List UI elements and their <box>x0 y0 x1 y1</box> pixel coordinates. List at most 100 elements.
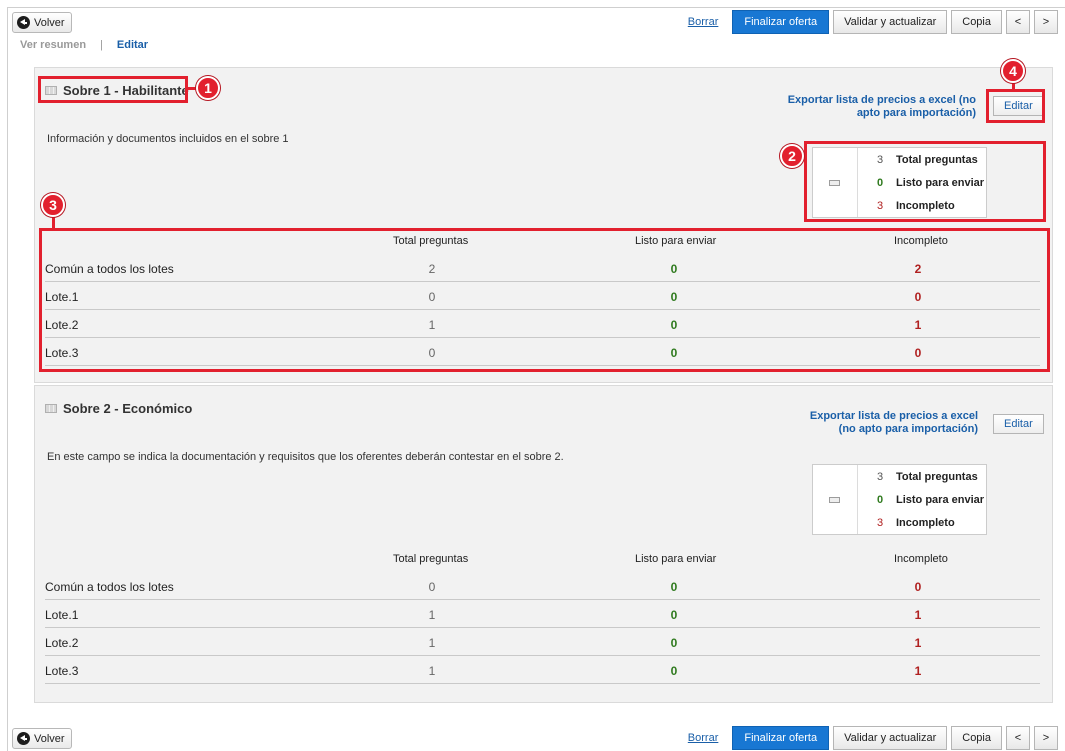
table-icon <box>45 404 57 413</box>
section-1-col-total: Total preguntas <box>393 235 469 247</box>
callout-badge-3: 3 <box>41 193 65 217</box>
row-total: 1 <box>428 608 436 622</box>
summary-incomplete-count: 3 <box>876 517 884 529</box>
arrow-left-circle-icon <box>17 732 30 745</box>
validate-update-button[interactable]: Validar y actualizar <box>833 726 948 750</box>
summary-row-incomplete: 3 Incompleto <box>871 200 955 212</box>
copy-button[interactable]: Copia <box>951 10 1002 34</box>
view-links-separator: | <box>100 39 103 51</box>
row-name: Lote.1 <box>45 608 79 622</box>
row-ready: 0 <box>670 346 678 360</box>
summary-row-total: 3 Total preguntas <box>871 471 978 483</box>
row-total: 1 <box>428 664 436 678</box>
copy-button[interactable]: Copia <box>951 726 1002 750</box>
summary-ready-count: 0 <box>876 177 884 189</box>
finalize-offer-button[interactable]: Finalizar oferta <box>732 726 830 750</box>
section-2-description: En este campo se indica la documentación… <box>47 451 564 463</box>
row-name: Lote.2 <box>45 318 79 332</box>
validate-update-button[interactable]: Validar y actualizar <box>833 10 948 34</box>
arrow-left-circle-icon <box>17 16 30 29</box>
row-incomplete: 0 <box>914 346 922 360</box>
row-name: Lote.3 <box>45 664 79 678</box>
section-2-title-text: Sobre 2 - Económico <box>63 401 193 416</box>
section-1-title: Sobre 1 - Habilitante <box>45 83 189 98</box>
row-total: 1 <box>428 318 436 332</box>
table-icon <box>45 86 57 95</box>
summary-icon-cell <box>813 148 858 217</box>
section-2-col-ready: Listo para enviar <box>635 553 717 565</box>
bottom-back-button[interactable]: Volver <box>12 728 72 749</box>
section-1-summary: 3 Total preguntas 0 Listo para enviar 3 Inc… <box>812 147 987 218</box>
section-2-export-line1: Exportar lista de precios a excel <box>809 410 978 422</box>
section-1-col-ready: Listo para enviar <box>635 235 717 247</box>
summary-total-label: Total preguntas <box>896 154 978 166</box>
row-ready: 0 <box>670 290 678 304</box>
row-ready: 0 <box>670 636 678 650</box>
table-row: Común a todos los lotes 0 0 0 <box>45 574 1040 600</box>
row-name: Común a todos los lotes <box>45 262 174 276</box>
section-1-export-line2: apto para importación) <box>856 107 976 119</box>
back-button-label: Volver <box>34 732 65 745</box>
next-button[interactable]: > <box>1034 10 1058 34</box>
section-2-col-total: Total preguntas <box>393 553 469 565</box>
row-incomplete: 1 <box>914 636 922 650</box>
row-incomplete: 0 <box>914 290 922 304</box>
prev-button[interactable]: < <box>1006 10 1030 34</box>
section-2-export-line2: (no apto para importación) <box>838 423 978 435</box>
row-ready: 0 <box>670 580 678 594</box>
view-mode-links: Ver resumen | Editar <box>20 39 148 51</box>
row-name: Lote.3 <box>45 346 79 360</box>
table-row: Lote.2 1 0 1 <box>45 630 1040 656</box>
callout-badge-2: 2 <box>780 144 804 168</box>
row-incomplete: 1 <box>914 318 922 332</box>
top-action-bar: Borrar Finalizar oferta Validar y actual… <box>688 10 1058 34</box>
table-row: Lote.2 1 0 1 <box>45 312 1040 338</box>
section-2-edit-button[interactable]: Editar <box>993 414 1044 434</box>
section-2-col-incomplete: Incompleto <box>894 553 948 565</box>
summary-ready-label: Listo para enviar <box>896 177 985 189</box>
section-2-title: Sobre 2 - Económico <box>45 401 192 416</box>
section-1-col-incomplete: Incompleto <box>894 235 948 247</box>
row-name: Común a todos los lotes <box>45 580 174 594</box>
back-button-label: Volver <box>34 16 65 29</box>
section-1-export-line1: Exportar lista de precios a excel (no <box>787 94 976 106</box>
callout-badge-1: 1 <box>196 76 220 100</box>
row-ready: 0 <box>670 318 678 332</box>
row-name: Lote.1 <box>45 290 79 304</box>
view-summary-link[interactable]: Ver resumen <box>20 39 86 51</box>
section-1-export-link[interactable]: Exportar lista de precios a excel (no ap… <box>760 94 976 120</box>
table-row: Lote.3 0 0 0 <box>45 340 1040 366</box>
summary-incomplete-label: Incompleto <box>896 517 955 529</box>
row-incomplete: 1 <box>914 608 922 622</box>
section-2-export-link[interactable]: Exportar lista de precios a excel (no ap… <box>790 410 978 436</box>
section-1-title-text: Sobre 1 - Habilitante <box>63 83 189 98</box>
delete-link[interactable]: Borrar <box>688 16 719 28</box>
summary-ready-count: 0 <box>876 494 884 506</box>
summary-total-label: Total preguntas <box>896 471 978 483</box>
prev-button[interactable]: < <box>1006 726 1030 750</box>
next-button[interactable]: > <box>1034 726 1058 750</box>
row-incomplete: 2 <box>914 262 922 276</box>
row-ready: 0 <box>670 664 678 678</box>
summary-row-ready: 0 Listo para enviar <box>871 494 984 506</box>
section-1-description: Información y documentos incluidos en el… <box>47 133 289 145</box>
back-button[interactable]: Volver <box>12 12 72 33</box>
row-total: 0 <box>428 346 436 360</box>
callout-badge-4: 4 <box>1001 59 1025 83</box>
table-row: Lote.1 1 0 1 <box>45 602 1040 628</box>
row-incomplete: 0 <box>914 580 922 594</box>
summary-table-icon <box>829 180 840 186</box>
summary-icon-cell <box>813 465 858 534</box>
summary-total-count: 3 <box>876 154 884 166</box>
section-1-edit-button[interactable]: Editar <box>993 96 1044 116</box>
table-row: Común a todos los lotes 2 0 2 <box>45 256 1040 282</box>
row-total: 0 <box>428 290 436 304</box>
summary-row-incomplete: 3 Incompleto <box>871 517 955 529</box>
delete-link[interactable]: Borrar <box>688 732 719 744</box>
row-name: Lote.2 <box>45 636 79 650</box>
row-ready: 0 <box>670 262 678 276</box>
finalize-offer-button[interactable]: Finalizar oferta <box>732 10 830 34</box>
edit-mode-link[interactable]: Editar <box>117 39 148 51</box>
summary-row-ready: 0 Listo para enviar <box>871 177 984 189</box>
row-total: 0 <box>428 580 436 594</box>
